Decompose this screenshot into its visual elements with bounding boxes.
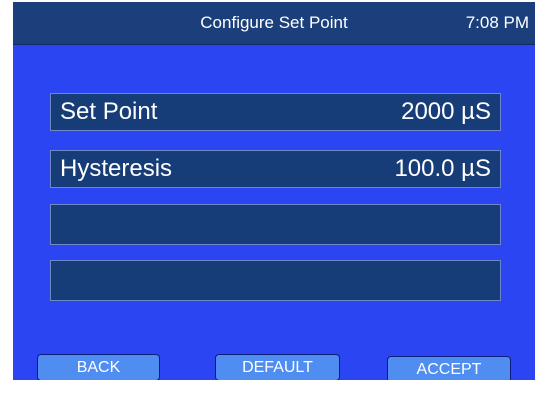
accept-button[interactable]: ACCEPT	[387, 356, 511, 380]
device-screen: Configure Set Point 7:08 PM Set Point 20…	[13, 2, 535, 380]
hysteresis-field[interactable]: Hysteresis 100.0 µS	[50, 150, 501, 188]
set-point-label: Set Point	[60, 98, 158, 125]
page-title: Configure Set Point	[200, 13, 348, 32]
empty-field-1[interactable]	[50, 204, 501, 245]
title-bar: Configure Set Point 7:08 PM	[13, 2, 535, 45]
clock-time: 7:08 PM	[465, 13, 529, 32]
empty-field-2[interactable]	[50, 260, 501, 301]
hysteresis-label: Hysteresis	[60, 155, 173, 182]
default-button[interactable]: DEFAULT	[215, 354, 340, 380]
hysteresis-value: 100.0 µS	[394, 155, 491, 182]
set-point-field[interactable]: Set Point 2000 µS	[50, 93, 501, 131]
back-button[interactable]: BACK	[37, 354, 160, 380]
set-point-value: 2000 µS	[401, 98, 491, 125]
